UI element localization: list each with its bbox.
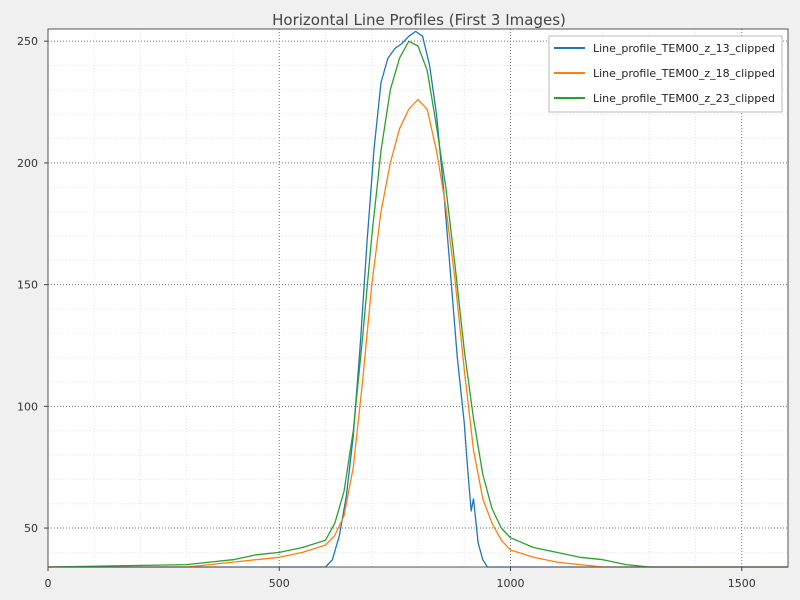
y-tick-label: 50 <box>24 522 38 535</box>
legend: Line_profile_TEM00_z_13_clipped Line_prof… <box>548 35 783 113</box>
y-tick-label: 200 <box>17 157 38 170</box>
line-chart: Horizontal Line Profiles (First 3 Images… <box>0 0 800 600</box>
y-tick-label: 250 <box>17 35 38 48</box>
legend-label-3: Line_profile_TEM00_z_23_clipped <box>593 92 775 105</box>
x-tick-label: 0 <box>45 577 52 590</box>
x-tick-label: 1000 <box>497 577 525 590</box>
y-tick-label: 100 <box>17 400 38 413</box>
chart-title: Horizontal Line Profiles (First 3 Images… <box>272 11 566 29</box>
x-tick-label: 500 <box>269 577 290 590</box>
legend-label-2: Line_profile_TEM00_z_18_clipped <box>593 67 775 80</box>
x-tick-label: 1500 <box>728 577 756 590</box>
legend-label-1: Line_profile_TEM00_z_13_clipped <box>593 42 775 55</box>
chart-root: Horizontal Line Profiles (First 3 Images… <box>0 0 800 600</box>
y-tick-label: 150 <box>17 279 38 292</box>
